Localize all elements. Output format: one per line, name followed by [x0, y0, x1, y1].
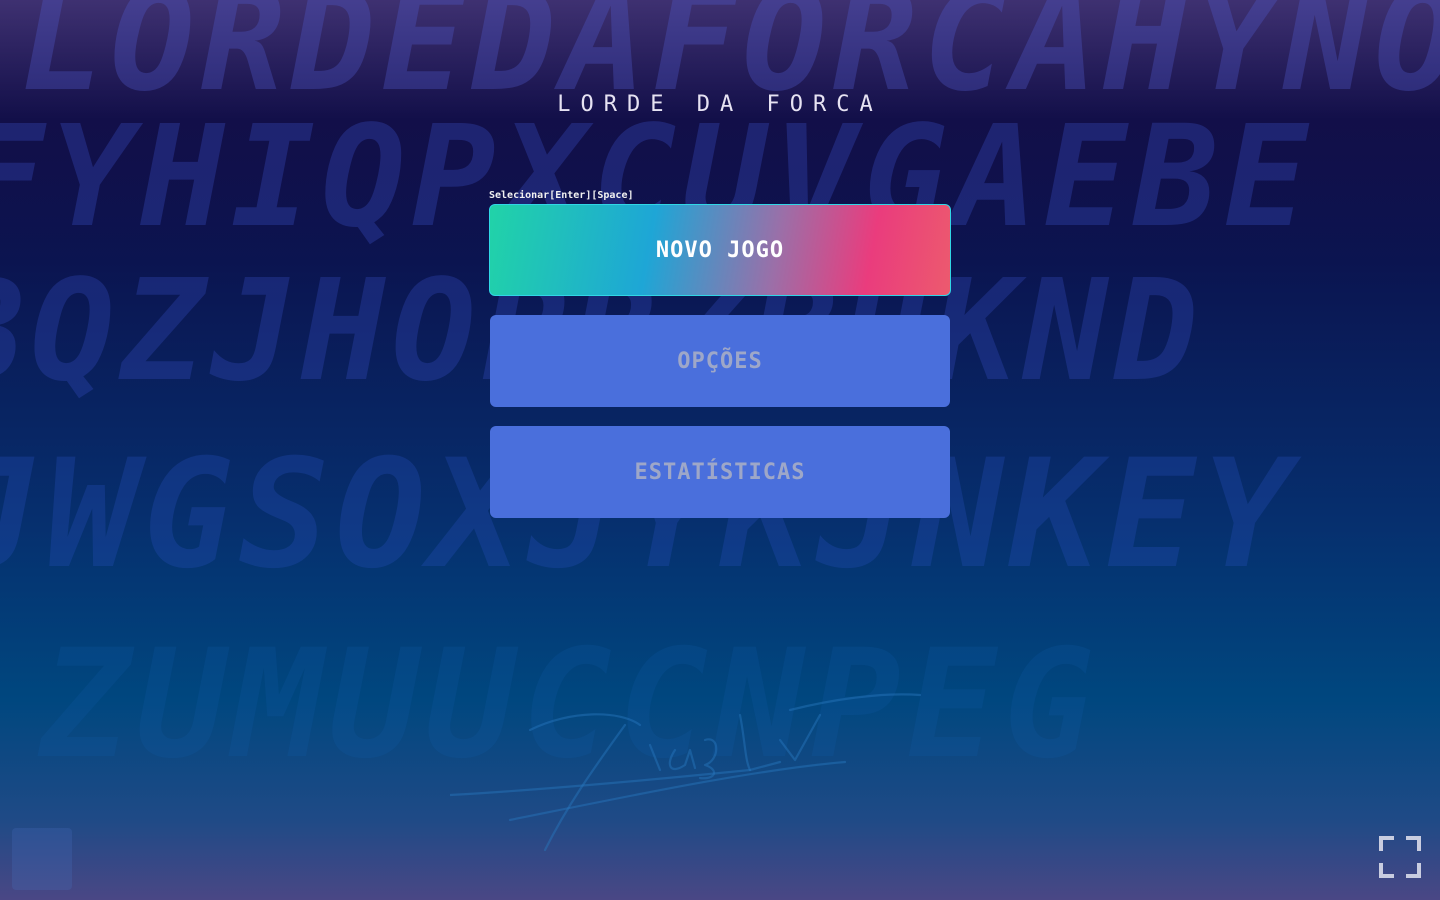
keyboard-hint: Selecionar[Enter][Space] — [489, 190, 634, 201]
new-game-button[interactable]: NOVO JOGO — [489, 204, 951, 296]
signature-watermark — [450, 693, 922, 852]
fullscreen-icon — [1379, 836, 1421, 878]
corner-panel — [12, 828, 72, 890]
options-button[interactable]: OPÇÕES — [490, 315, 950, 407]
fullscreen-button[interactable] — [1378, 835, 1422, 879]
statistics-button[interactable]: ESTATÍSTICAS — [490, 426, 950, 518]
game-title: LORDE DA FORCA — [557, 92, 883, 117]
background-letter-row: ZUMUUCCNPEG — [40, 618, 1100, 792]
